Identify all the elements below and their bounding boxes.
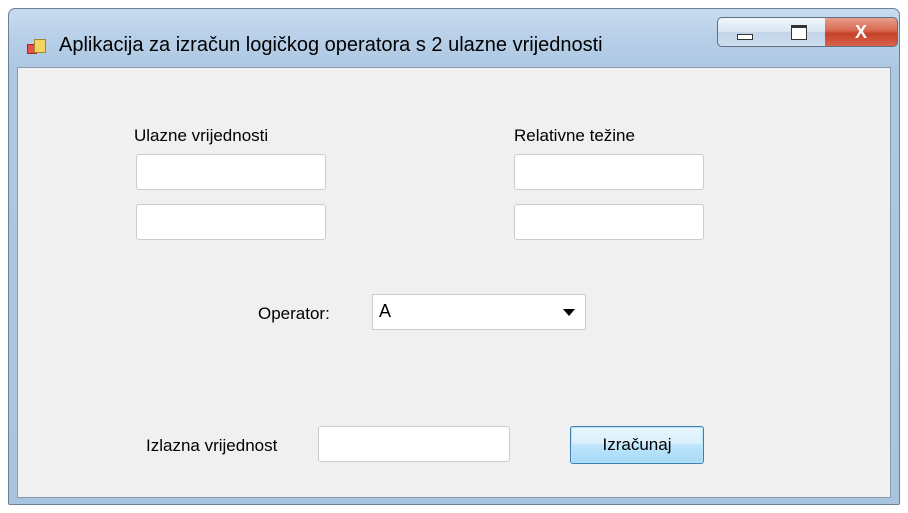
input-value-2-field[interactable] (136, 204, 326, 240)
maximize-button[interactable] (772, 17, 826, 47)
calculate-button[interactable]: Izračunaj (570, 426, 704, 464)
minimize-icon (737, 34, 753, 40)
operator-dropdown[interactable]: A (372, 294, 586, 330)
operator-label: Operator: (258, 304, 330, 323)
input-values-label: Ulazne vrijednosti (134, 126, 269, 145)
output-value-field[interactable] (318, 426, 510, 462)
app-window: Aplikacija za izračun logičkog operatora… (8, 8, 900, 505)
weight-2-field[interactable] (514, 204, 704, 240)
close-icon: X (854, 21, 867, 42)
input-value-1-field[interactable] (136, 154, 326, 190)
relative-weights-label: Relativne težine (514, 126, 635, 145)
calculate-button-label: Izračunaj (602, 435, 672, 454)
app-icon (27, 39, 46, 55)
form-client-area: Ulazne vrijednosti Relativne težine Oper… (17, 67, 891, 498)
minimize-button[interactable] (717, 17, 773, 47)
title-bar[interactable]: Aplikacija za izračun logičkog operatora… (9, 9, 899, 73)
window-title: Aplikacija za izračun logičkog operatora… (59, 34, 603, 56)
maximize-icon (790, 24, 807, 40)
operator-selected-value: A (379, 301, 392, 321)
weight-1-field[interactable] (514, 154, 704, 190)
chevron-down-icon[interactable] (563, 309, 575, 316)
close-button[interactable]: X (825, 17, 898, 47)
output-value-label: Izlazna vrijednost (146, 436, 278, 455)
